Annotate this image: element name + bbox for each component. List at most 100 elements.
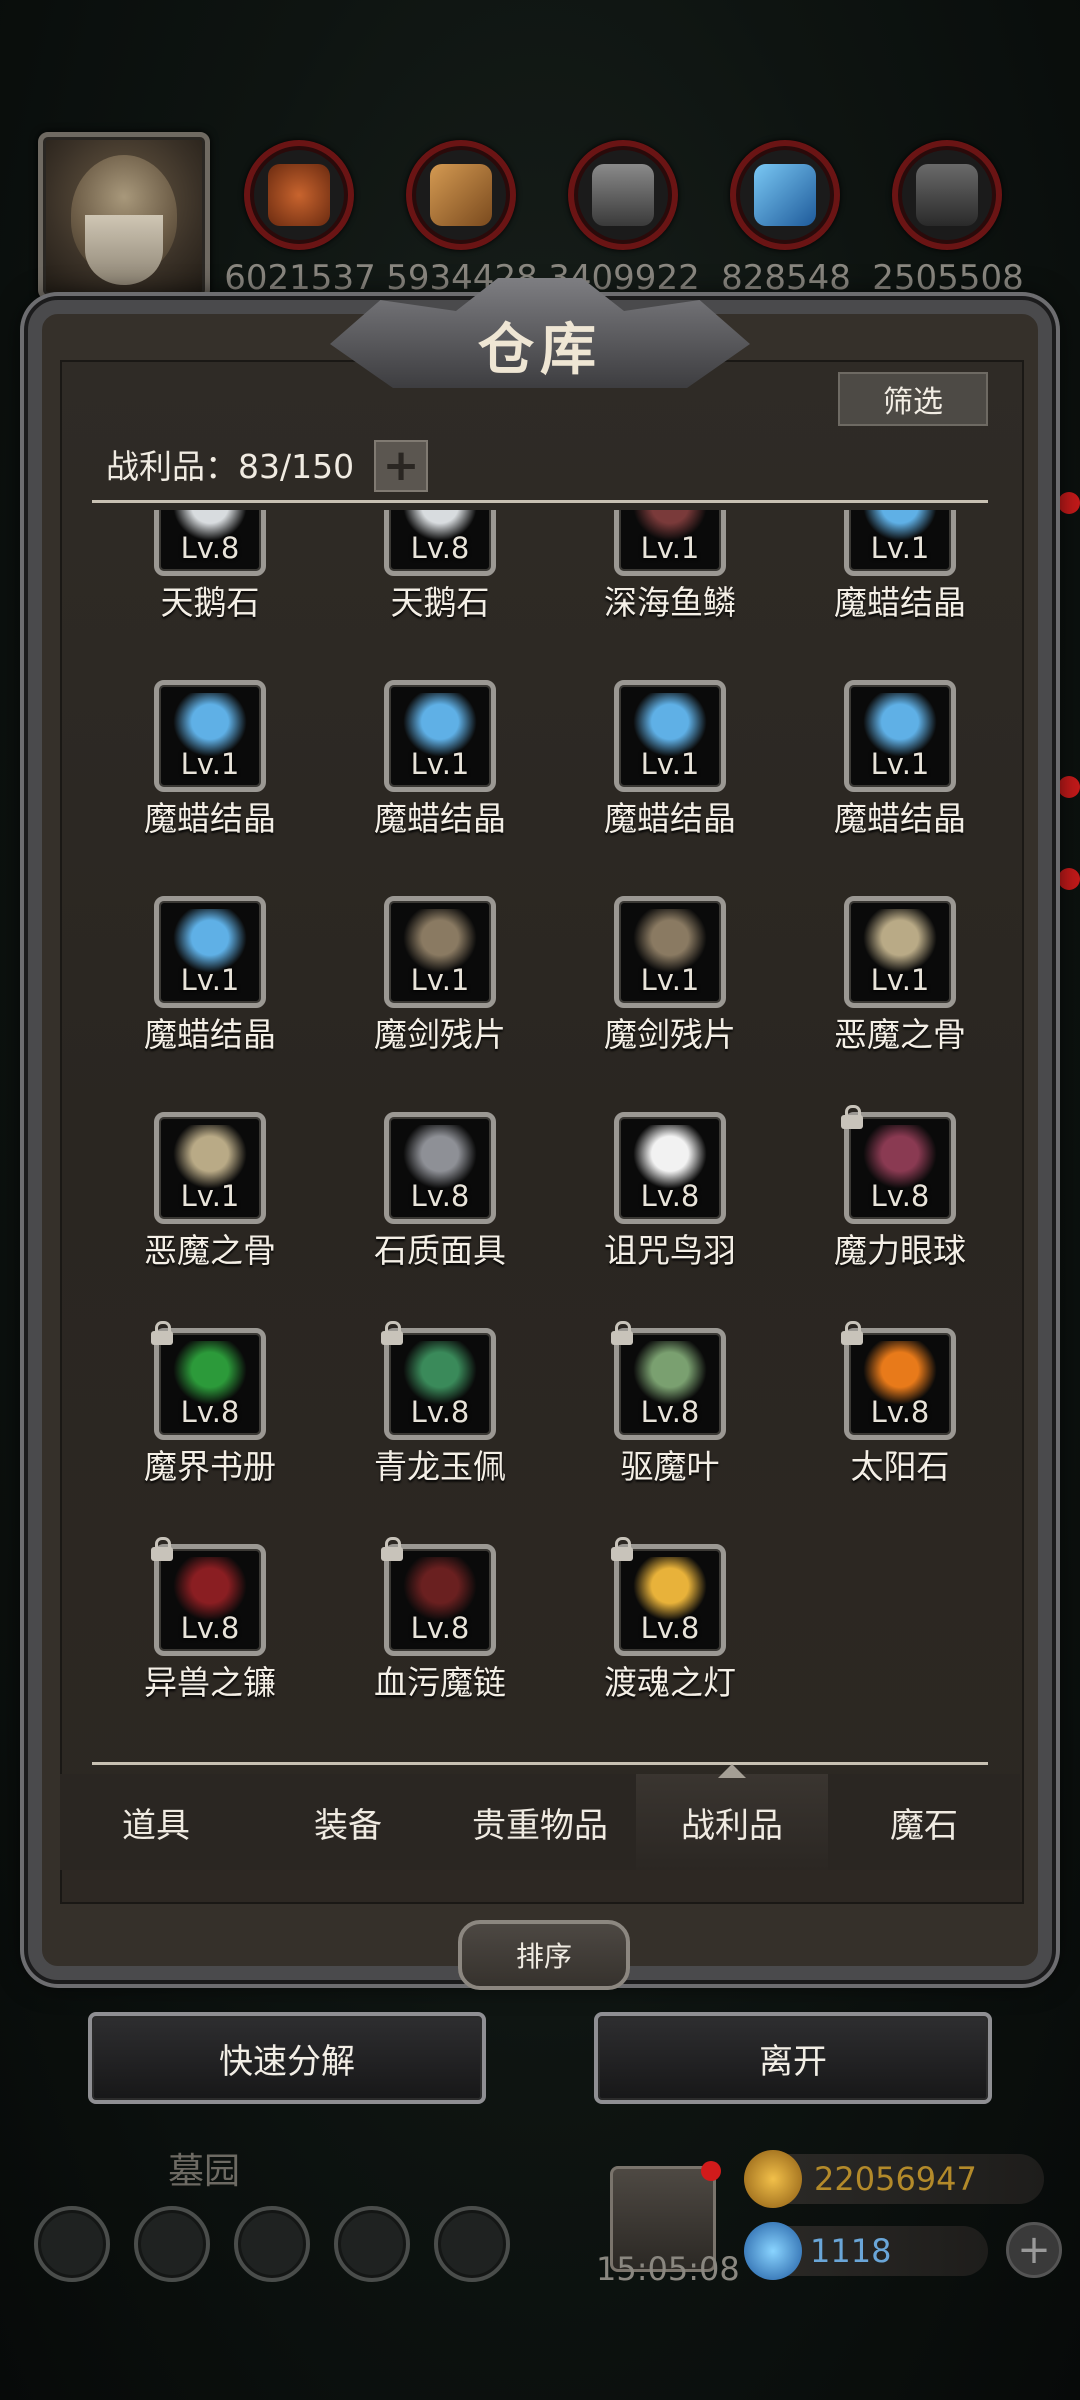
menu-button-3[interactable] [234,2206,310,2282]
gold-amount: 22056947 [814,2160,977,2198]
notification-dot [1058,868,1080,890]
item-level: Lv.8 [410,1395,470,1429]
item-slot[interactable]: Lv.1 [154,896,266,1008]
item-level: Lv.8 [640,1395,700,1429]
item-slot[interactable]: Lv.1 [154,680,266,792]
item-slot[interactable]: Lv.1 [614,510,726,576]
item-level: Lv.1 [870,531,930,565]
inventory-item[interactable]: Lv.8 血污魔链 [320,1537,550,1760]
item-slot[interactable]: Lv.8 [151,1321,266,1440]
menu-button-2[interactable] [134,2206,210,2282]
item-slot[interactable]: Lv.1 [384,896,496,1008]
item-name: 太阳石 [850,1447,950,1486]
gem-icon [744,2222,802,2280]
inventory-item[interactable]: Lv.8 驱魔叶 [550,1321,780,1544]
inventory-item[interactable]: Lv.1 魔蜡结晶 [550,680,780,896]
meat-icon[interactable] [244,140,354,250]
inventory-item[interactable]: Lv.1 魔蜡结晶 [780,510,1010,680]
iron-icon[interactable] [892,140,1002,250]
item-slot[interactable]: Lv.8 [841,1321,956,1440]
inventory-item[interactable]: Lv.8 异兽之镰 [90,1537,320,1760]
item-level: Lv.1 [640,747,700,781]
menu-button-5[interactable] [434,2206,510,2282]
menu-button-1[interactable] [34,2206,110,2282]
item-slot[interactable]: Lv.8 [381,1321,496,1440]
menu-button-4[interactable] [334,2206,410,2282]
tab-equipment[interactable]: 装备 [252,1774,444,1870]
item-level: Lv.1 [410,747,470,781]
tab-items[interactable]: 道具 [60,1774,252,1870]
filter-button[interactable]: 筛选 [838,372,988,426]
item-slot[interactable]: Lv.8 [151,1537,266,1656]
item-slot[interactable]: Lv.8 [614,1112,726,1224]
inventory-item[interactable]: Lv.1 恶魔之骨 [780,896,1010,1112]
gift-timer: 15:05:08 [596,2250,740,2288]
item-name: 魔蜡结晶 [604,799,736,838]
inventory-item[interactable]: Lv.1 魔蜡结晶 [780,680,1010,896]
sort-button[interactable]: 排序 [458,1920,630,1990]
item-name: 魔剑残片 [604,1015,736,1054]
inventory-item[interactable]: Lv.8 天鹅石 [90,510,320,680]
inventory-item[interactable]: Lv.8 渡魂之灯 [550,1537,780,1760]
item-slot[interactable]: Lv.8 [611,1537,726,1656]
inventory-item[interactable]: Lv.1 魔蜡结晶 [90,680,320,896]
inventory-item[interactable]: Lv.8 诅咒鸟羽 [550,1112,780,1328]
inventory-item[interactable]: Lv.1 恶魔之骨 [90,1112,320,1328]
item-slot[interactable]: Lv.8 [381,1537,496,1656]
item-name: 魔力眼球 [834,1231,966,1270]
tab-valuables[interactable]: 贵重物品 [444,1774,636,1870]
item-slot[interactable]: Lv.1 [384,680,496,792]
lock-icon [841,1105,863,1129]
item-level: Lv.8 [180,1395,240,1429]
quick-decompose-button[interactable]: 快速分解 [88,2012,486,2104]
add-gems-button[interactable]: + [1006,2222,1062,2278]
item-slot[interactable]: Lv.1 [844,510,956,576]
tab-magic-stones[interactable]: 魔石 [828,1774,1020,1870]
item-slot[interactable]: Lv.1 [614,680,726,792]
item-slot[interactable]: Lv.8 [384,1112,496,1224]
inventory-item[interactable]: Lv.8 石质面具 [320,1112,550,1328]
item-name: 异兽之镰 [144,1663,276,1702]
leave-button[interactable]: 离开 [594,2012,992,2104]
item-slot[interactable]: Lv.8 [384,510,496,576]
inventory-item[interactable]: Lv.8 太阳石 [780,1321,1010,1544]
item-level: Lv.8 [410,531,470,565]
lock-icon [841,1321,863,1345]
inventory-item[interactable]: Lv.1 魔剑残片 [550,896,780,1112]
inventory-item[interactable]: Lv.1 魔剑残片 [320,896,550,1112]
inventory-item[interactable]: Lv.8 魔界书册 [90,1321,320,1544]
item-slot[interactable]: Lv.8 [841,1105,956,1224]
inventory-item[interactable]: Lv.1 深海鱼鳞 [550,510,780,680]
item-name: 魔蜡结晶 [374,799,506,838]
crystal-icon[interactable] [730,140,840,250]
item-name: 魔界书册 [144,1447,276,1486]
item-slot[interactable]: Lv.8 [154,510,266,576]
inventory-item[interactable]: Lv.8 青龙玉佩 [320,1321,550,1544]
crystal-amount: 828548 [721,258,851,298]
item-slot[interactable]: Lv.1 [614,896,726,1008]
notification-dot [701,2161,721,2181]
item-slot[interactable]: Lv.1 [154,1112,266,1224]
divider [92,1762,988,1765]
item-name: 魔蜡结晶 [834,799,966,838]
item-level: Lv.1 [180,747,240,781]
inventory-item[interactable]: Lv.8 魔力眼球 [780,1105,1010,1328]
expand-capacity-button[interactable]: + [374,440,428,492]
zone-label: 墓园 [168,2151,241,2192]
wood-icon[interactable] [406,140,516,250]
divider [92,500,988,503]
lock-icon [381,1321,403,1345]
item-slot[interactable]: Lv.1 [844,680,956,792]
item-level: Lv.1 [640,531,700,565]
inventory-item[interactable]: Lv.1 魔蜡结晶 [90,896,320,1112]
inventory-item[interactable]: Lv.1 魔蜡结晶 [320,680,550,896]
stone-icon[interactable] [568,140,678,250]
item-level: Lv.1 [180,963,240,997]
inventory-item[interactable]: Lv.8 天鹅石 [320,510,550,680]
tab-loot[interactable]: 战利品 [636,1774,828,1870]
item-level: Lv.8 [410,1179,470,1213]
item-slot[interactable]: Lv.8 [611,1321,726,1440]
item-slot[interactable]: Lv.1 [844,896,956,1008]
hero-avatar[interactable] [38,132,210,300]
item-name: 魔剑残片 [374,1015,506,1054]
